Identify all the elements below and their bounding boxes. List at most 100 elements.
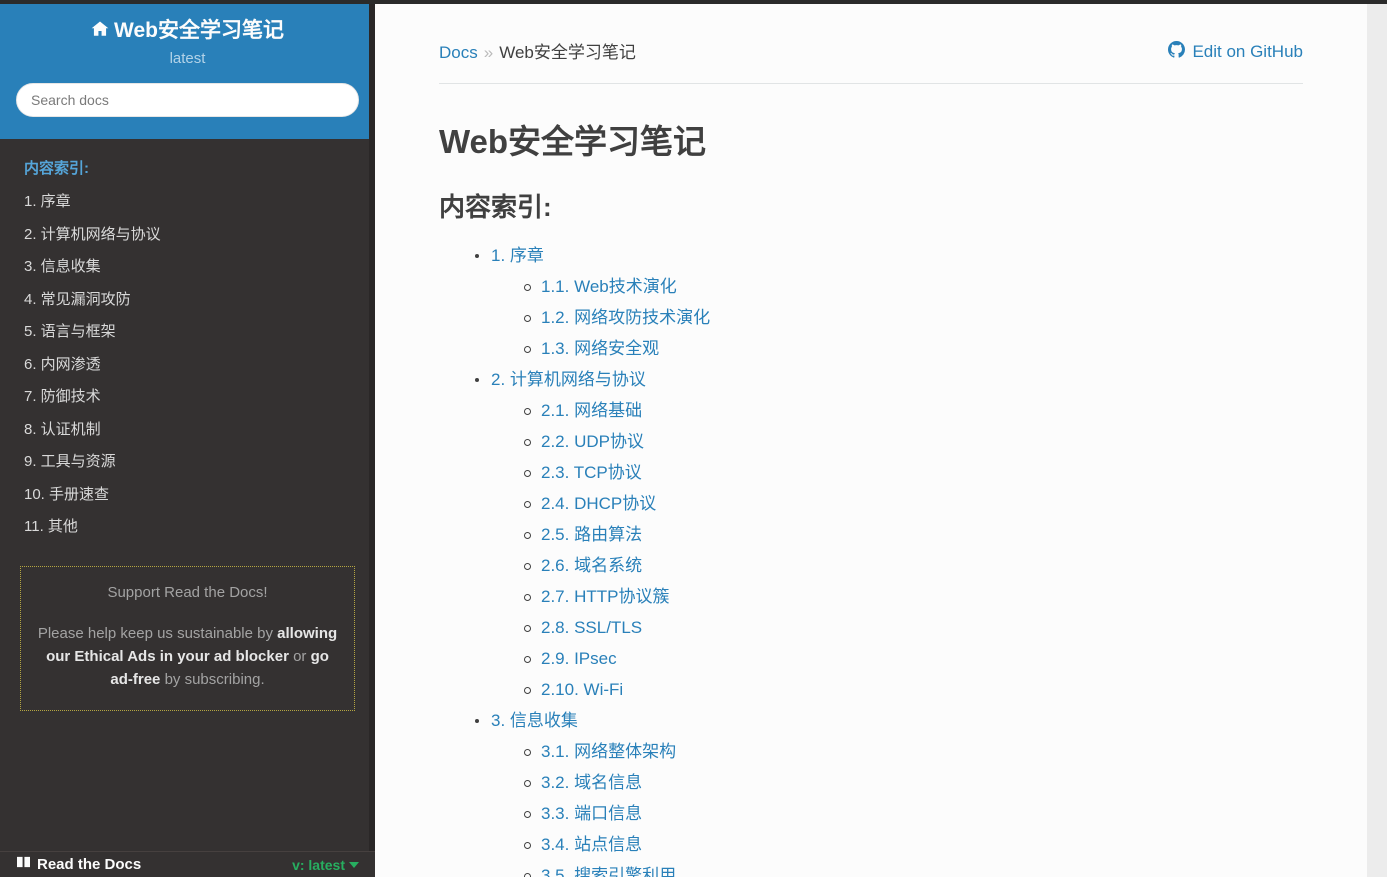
project-title-text: Web安全学习笔记 (114, 19, 284, 42)
sidebar-caption: 内容索引: (24, 160, 89, 178)
github-icon (1168, 41, 1186, 63)
list-item: 7. 防御技术 (0, 381, 375, 414)
list-item: 2.7. HTTP协议簇 (519, 582, 1303, 613)
content-inner: Docs» Web安全学习笔记 Edit on GitHub Web安全学习笔记 … (375, 0, 1367, 877)
toc-link-2-4[interactable]: 2.4. DHCP协议 (541, 494, 656, 513)
list-item: 2.3. TCP协议 (519, 458, 1303, 489)
sidebar-item-1[interactable]: 1. 序章 (0, 186, 375, 219)
toc-link-2-10[interactable]: 2.10. Wi-Fi (541, 680, 623, 699)
sidebar-item-4[interactable]: 4. 常见漏洞攻防 (0, 284, 375, 317)
toc-link-3[interactable]: 3. 信息收集 (491, 711, 578, 730)
toc-link-2-7[interactable]: 2.7. HTTP协议簇 (541, 587, 669, 606)
project-title[interactable]: Web安全学习笔记 (16, 18, 359, 44)
toc-section-1: 1. 序章 1.1. Web技术演化 1.2. 网络攻防技术演化 1.3. 网络… (469, 241, 1303, 365)
search-input[interactable] (16, 83, 359, 118)
sidebar-item-2[interactable]: 2. 计算机网络与协议 (0, 219, 375, 252)
list-item: 1.1. Web技术演化 (519, 272, 1303, 303)
toc-link-1-1[interactable]: 1.1. Web技术演化 (541, 277, 677, 296)
toc-link-1-3[interactable]: 1.3. 网络安全观 (541, 339, 659, 358)
list-item: 3. 信息收集 (0, 251, 375, 284)
sidebar-item-6[interactable]: 6. 内网渗透 (0, 349, 375, 382)
sidebar-item-9[interactable]: 9. 工具与资源 (0, 446, 375, 479)
toc-sublist-1: 1.1. Web技术演化 1.2. 网络攻防技术演化 1.3. 网络安全观 (491, 272, 1303, 365)
caret-down-icon (349, 861, 359, 868)
list-item: 3.4. 站点信息 (519, 830, 1303, 861)
ethical-ad-block: Support Read the Docs! Please help keep … (20, 565, 355, 711)
toc-link-1[interactable]: 1. 序章 (491, 246, 544, 265)
toc-link-2-9[interactable]: 2.9. IPsec (541, 649, 617, 668)
toc-link-3-3[interactable]: 3.3. 端口信息 (541, 804, 642, 823)
edit-on-github-label: Edit on GitHub (1192, 42, 1303, 61)
toc-link-3-4[interactable]: 3.4. 站点信息 (541, 835, 642, 854)
browser-top-strip (0, 0, 1387, 4)
list-item: 8. 认证机制 (0, 414, 375, 447)
list-item: 3.3. 端口信息 (519, 799, 1303, 830)
rtd-brand[interactable]: Read the Docs (16, 856, 141, 873)
version-label: latest (169, 50, 206, 68)
sidebar-nav-list: 1. 序章 2. 计算机网络与协议 3. 信息收集 4. 常见漏洞攻防 5. 语… (0, 186, 375, 544)
toc-link-2-2[interactable]: 2.2. UDP协议 (541, 432, 644, 451)
list-item: 2.8. SSL/TLS (519, 613, 1303, 644)
toc-link-2-8[interactable]: 2.8. SSL/TLS (541, 618, 642, 637)
list-item: 1. 序章 (0, 186, 375, 219)
breadcrumb: Docs » Web安全学习笔记 Edit on GitHub (439, 0, 1303, 84)
list-item: 11. 其他 (0, 511, 375, 544)
list-item: 2. 计算机网络与协议 (0, 219, 375, 252)
toc-link-2-6[interactable]: 2.6. 域名系统 (541, 556, 642, 575)
breadcrumb-separator: » (483, 43, 494, 62)
list-item: 1.2. 网络攻防技术演化 (519, 303, 1303, 334)
list-item: 2.10. Wi-Fi (519, 675, 1303, 706)
list-item: 2.6. 域名系统 (519, 551, 1303, 582)
sidebar-item-8[interactable]: 8. 认证机制 (0, 414, 375, 447)
list-item: 1.3. 网络安全观 (519, 334, 1303, 365)
toc-link-3-5[interactable]: 3.5. 搜索引擎利用 (541, 866, 676, 877)
breadcrumb-trail: Docs » Web安全学习笔记 (439, 38, 636, 63)
list-item: 5. 语言与框架 (0, 316, 375, 349)
page-root: Web安全学习笔记 latest 内容索引: 1. 序章 2. 计算机网络与协议… (0, 0, 1387, 877)
sidebar-item-10[interactable]: 10. 手册速查 (0, 479, 375, 512)
toc-link-2[interactable]: 2. 计算机网络与协议 (491, 370, 646, 389)
sidebar-footer: Read the Docs v: latest (0, 851, 375, 877)
sidebar-item-7[interactable]: 7. 防御技术 (0, 381, 375, 414)
list-item: 2.5. 路由算法 (519, 520, 1303, 551)
table-of-contents: 1. 序章 1.1. Web技术演化 1.2. 网络攻防技术演化 1.3. 网络… (439, 241, 1303, 877)
toc-sublist-3: 3.1. 网络整体架构 3.2. 域名信息 3.3. 端口信息 3.4. 站点信… (491, 737, 1303, 877)
ad-body-1: Please help keep us sustainable by (37, 624, 278, 642)
list-item: 3.5. 搜索引擎利用 (519, 861, 1303, 877)
sidebar-item-5[interactable]: 5. 语言与框架 (0, 316, 375, 349)
toc-link-2-3[interactable]: 2.3. TCP协议 (541, 463, 642, 482)
list-item: 2.4. DHCP协议 (519, 489, 1303, 520)
list-item: 9. 工具与资源 (0, 446, 375, 479)
ad-body-2: or (288, 648, 311, 666)
sidebar-scrollbar[interactable] (369, 0, 375, 877)
list-item: 2.9. IPsec (519, 644, 1303, 675)
list-item: 10. 手册速查 (0, 479, 375, 512)
version-selector-label: v: latest (292, 856, 345, 873)
sidebar: Web安全学习笔记 latest 内容索引: 1. 序章 2. 计算机网络与协议… (0, 0, 375, 877)
sidebar-item-11[interactable]: 11. 其他 (0, 511, 375, 544)
toc-link-3-1[interactable]: 3.1. 网络整体架构 (541, 742, 676, 761)
book-icon (16, 856, 31, 873)
breadcrumb-item-current: Web安全学习笔记 (499, 43, 636, 62)
toc-link-3-2[interactable]: 3.2. 域名信息 (541, 773, 642, 792)
sidebar-header: Web安全学习笔记 latest (0, 0, 375, 140)
list-item: 4. 常见漏洞攻防 (0, 284, 375, 317)
page-title: Web安全学习笔记 (439, 123, 707, 160)
list-item: 6. 内网渗透 (0, 349, 375, 382)
page-background-strip (1367, 0, 1387, 877)
toc-link-1-2[interactable]: 1.2. 网络攻防技术演化 (541, 308, 710, 327)
list-item: 2.2. UDP协议 (519, 427, 1303, 458)
version-selector[interactable]: v: latest (292, 857, 359, 873)
main-content: Docs» Web安全学习笔记 Edit on GitHub Web安全学习笔记 … (375, 0, 1367, 877)
ad-body-3: by subscribing. (160, 671, 265, 689)
toc-link-2-1[interactable]: 2.1. 网络基础 (541, 401, 642, 420)
toc-link-2-5[interactable]: 2.5. 路由算法 (541, 525, 642, 544)
list-item: 3.2. 域名信息 (519, 768, 1303, 799)
list-item: 2.1. 网络基础 (519, 396, 1303, 427)
breadcrumb-item-docs[interactable]: Docs (439, 43, 478, 62)
toc-sublist-2: 2.1. 网络基础 2.2. UDP协议 2.3. TCP协议 2.4. DHC… (491, 396, 1303, 706)
home-icon (91, 19, 109, 44)
edit-on-github-link[interactable]: Edit on GitHub (1168, 41, 1303, 63)
sidebar-item-3[interactable]: 3. 信息收集 (0, 251, 375, 284)
sidebar-nav: 内容索引: 1. 序章 2. 计算机网络与协议 3. 信息收集 4. 常见漏洞攻… (0, 139, 375, 544)
